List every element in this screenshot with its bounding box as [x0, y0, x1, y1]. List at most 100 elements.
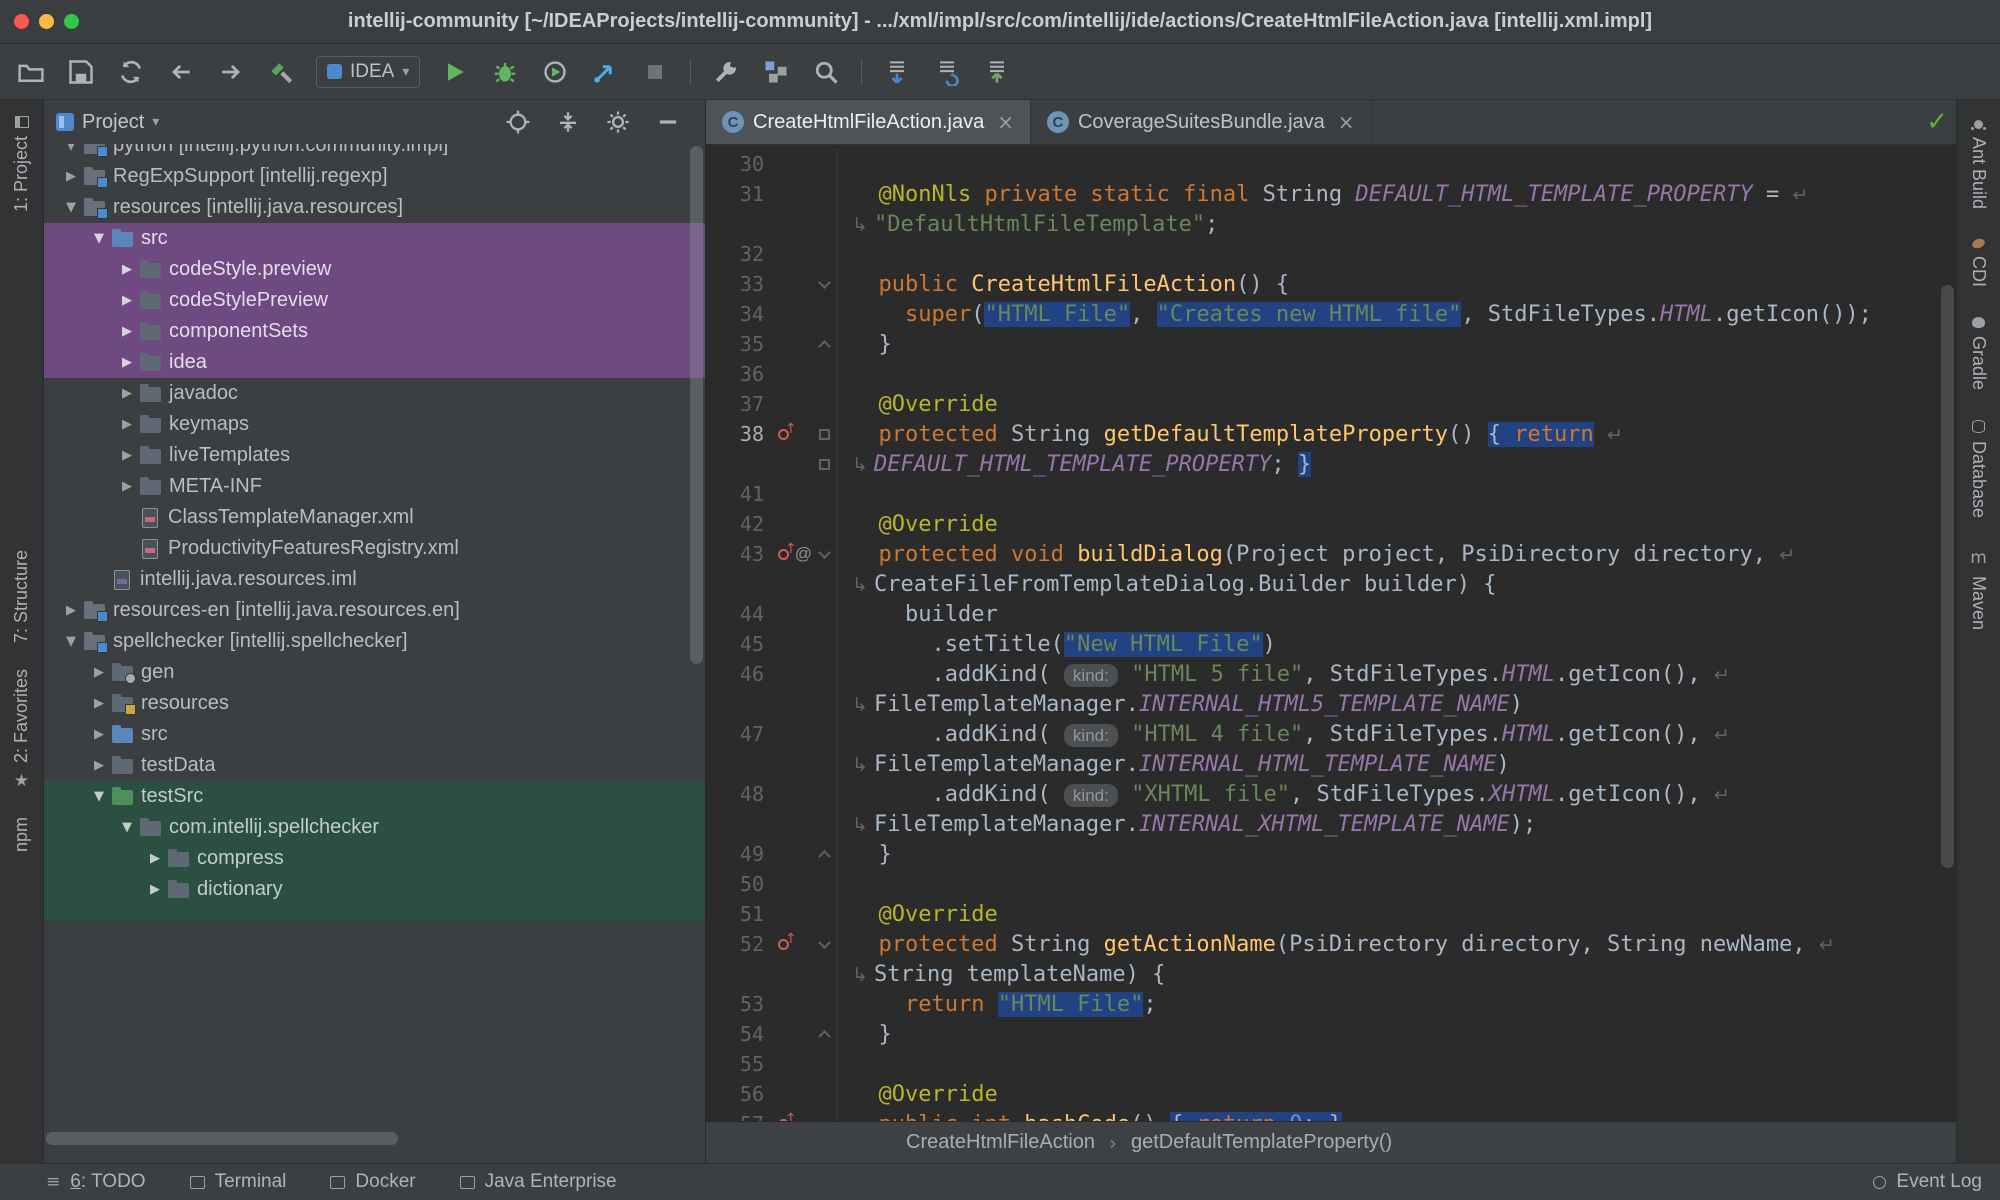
tree-item-gen[interactable]: ▶ gen — [44, 657, 705, 688]
gear-icon[interactable] — [603, 107, 633, 137]
tree-arrow-closed-icon[interactable]: ▶ — [142, 882, 168, 897]
line-number[interactable]: 57 — [706, 1112, 776, 1121]
fold-marker[interactable] — [812, 419, 838, 449]
line-number[interactable]: 51 — [706, 902, 776, 926]
statusbar-item-java-enterprise[interactable]: Java Enterprise — [459, 1171, 617, 1193]
line-number[interactable]: 53 — [706, 992, 776, 1016]
tree-item-resources-intellij-java-resources[interactable]: ▼ resources [intellij.java.resources] — [44, 192, 705, 223]
tree-item-classtemplatemanager-xml[interactable]: ClassTemplateManager.xml — [44, 502, 705, 533]
tree-item-resources[interactable]: ▶ resources — [44, 688, 705, 719]
tree-item-testsrc[interactable]: ▼ testSrc — [44, 781, 705, 812]
line-number[interactable]: 33 — [706, 272, 776, 296]
editor-tab-createhtmlfileaction-java[interactable]: C CreateHtmlFileAction.java × — [706, 100, 1031, 144]
toolwindow-button-7-structure[interactable]: 7: Structure — [11, 540, 32, 653]
tree-item-resources-en-intellij-java-resources-en[interactable]: ▶ resources-en [intellij.java.resources.e… — [44, 595, 705, 626]
tree-arrow-closed-icon[interactable]: ▶ — [114, 479, 140, 494]
tree-arrow-open-icon[interactable]: ▼ — [86, 231, 112, 246]
tree-arrow-open-icon[interactable]: ▼ — [58, 144, 84, 153]
tree-arrow-closed-icon[interactable]: ▶ — [114, 386, 140, 401]
chevron-down-icon[interactable]: ▾ — [152, 114, 159, 130]
tree-arrow-open-icon[interactable]: ▼ — [58, 200, 84, 215]
tree-arrow-closed-icon[interactable]: ▶ — [114, 324, 140, 339]
statusbar-item-terminal[interactable]: Terminal — [189, 1171, 286, 1193]
editor-vertical-scrollbar[interactable] — [1941, 285, 1954, 868]
statusbar-item-event-log[interactable]: Event Log — [1873, 1171, 1982, 1193]
debug-icon[interactable] — [490, 57, 520, 87]
line-number[interactable]: 43 — [706, 542, 776, 566]
line-number[interactable]: 52 — [706, 932, 776, 956]
gutter-icons[interactable]: ↑ — [776, 1111, 812, 1121]
tree-item-codestylepreview[interactable]: ▶ codeStylePreview — [44, 285, 705, 316]
fold-marker[interactable] — [812, 539, 838, 569]
tree-item-compress[interactable]: ▶ compress — [44, 843, 705, 874]
tree-arrow-closed-icon[interactable]: ▶ — [114, 293, 140, 308]
line-number[interactable]: 44 — [706, 602, 776, 626]
toolwindow-button-gradle[interactable]: Gradle — [1968, 307, 1989, 400]
tree-arrow-closed-icon[interactable]: ▶ — [114, 355, 140, 370]
line-number[interactable]: 46 — [706, 662, 776, 686]
collapse-all-icon[interactable] — [553, 107, 583, 137]
project-vertical-scrollbar[interactable] — [690, 146, 703, 664]
tree-item-keymaps[interactable]: ▶ keymaps — [44, 409, 705, 440]
close-icon[interactable]: × — [1338, 110, 1355, 134]
toolwindow-button-cdi[interactable]: CDI — [1968, 229, 1989, 297]
gutter-icons[interactable]: ↑ @ — [776, 541, 812, 564]
toolwindow-button-maven[interactable]: m Maven — [1968, 538, 1989, 640]
tree-item-src[interactable]: ▼ src — [44, 223, 705, 254]
tree-item-row[interactable] — [44, 905, 705, 921]
line-number[interactable]: 45 — [706, 632, 776, 656]
tree-item-idea[interactable]: ▶ idea — [44, 347, 705, 378]
toolwindow-button-ant-build[interactable]: Ant Build — [1968, 110, 1989, 219]
line-number[interactable]: 56 — [706, 1082, 776, 1106]
tree-item-python-intellij-python-community-impl[interactable]: ▼ python [intellij.python.community.impl] — [44, 144, 705, 161]
tree-arrow-closed-icon[interactable]: ▶ — [142, 851, 168, 866]
line-number[interactable]: 38 — [706, 422, 776, 446]
line-number[interactable]: 47 — [706, 722, 776, 746]
tree-item-componentsets[interactable]: ▶ componentSets — [44, 316, 705, 347]
toolwindow-button-2-favorites[interactable]: 2: Favorites ★ — [11, 659, 32, 801]
breadcrumb-item-getdefaulttemplateproperty[interactable]: getDefaultTemplateProperty() — [1131, 1131, 1392, 1154]
line-number[interactable]: 54 — [706, 1022, 776, 1046]
fold-marker[interactable] — [812, 449, 838, 479]
tree-arrow-open-icon[interactable]: ▼ — [86, 789, 112, 804]
fold-marker[interactable] — [812, 269, 838, 299]
build-project-icon[interactable] — [266, 57, 296, 87]
fold-marker[interactable] — [812, 839, 838, 869]
line-number[interactable]: 30 — [706, 152, 776, 176]
gutter-icons[interactable]: ↑ — [776, 421, 812, 440]
run-with-coverage-icon[interactable] — [540, 57, 570, 87]
run-with-profiler-icon[interactable] — [590, 57, 620, 87]
inspection-status-icon[interactable]: ✓ — [1926, 107, 1948, 137]
hide-panel-icon[interactable] — [653, 107, 683, 137]
project-structure-icon[interactable] — [761, 57, 791, 87]
line-number[interactable]: 32 — [706, 242, 776, 266]
vcs-update-icon[interactable] — [882, 57, 912, 87]
override-marker-icon[interactable]: ↑ — [778, 541, 797, 560]
toolwindow-button-database[interactable]: Database — [1968, 410, 1989, 528]
line-number[interactable]: 36 — [706, 362, 776, 386]
tree-arrow-closed-icon[interactable]: ▶ — [86, 696, 112, 711]
tree-arrow-open-icon[interactable]: ▼ — [114, 820, 140, 835]
save-icon[interactable] — [66, 57, 96, 87]
locate-file-icon[interactable] — [503, 107, 533, 137]
close-icon[interactable]: × — [997, 110, 1014, 134]
run-icon[interactable] — [440, 57, 470, 87]
project-horizontal-scrollbar[interactable] — [46, 1132, 398, 1145]
toolwindow-button-npm[interactable]: npm — [11, 807, 32, 862]
stop-icon[interactable] — [640, 57, 670, 87]
tree-item-dictionary[interactable]: ▶ dictionary — [44, 874, 705, 905]
tree-arrow-closed-icon[interactable]: ▶ — [86, 665, 112, 680]
line-number[interactable]: 55 — [706, 1052, 776, 1076]
line-number[interactable]: 35 — [706, 332, 776, 356]
code-editor[interactable]: 30 31 @NonNls private static final String… — [706, 145, 1956, 1121]
tree-arrow-closed-icon[interactable]: ▶ — [86, 758, 112, 773]
line-number[interactable]: 31 — [706, 182, 776, 206]
editor-tab-coveragesuitesbundle-java[interactable]: C CoverageSuitesBundle.java × — [1031, 100, 1372, 144]
tree-arrow-closed-icon[interactable]: ▶ — [58, 169, 84, 184]
tree-item-meta-inf[interactable]: ▶ META-INF — [44, 471, 705, 502]
breadcrumb-item-createhtmlfileaction[interactable]: CreateHtmlFileAction — [906, 1131, 1095, 1154]
fold-marker[interactable] — [812, 929, 838, 959]
vcs-commit-icon[interactable] — [982, 57, 1012, 87]
synchronize-icon[interactable] — [116, 57, 146, 87]
tree-item-spellchecker-intellij-spellchecker[interactable]: ▼ spellchecker [intellij.spellchecker] — [44, 626, 705, 657]
